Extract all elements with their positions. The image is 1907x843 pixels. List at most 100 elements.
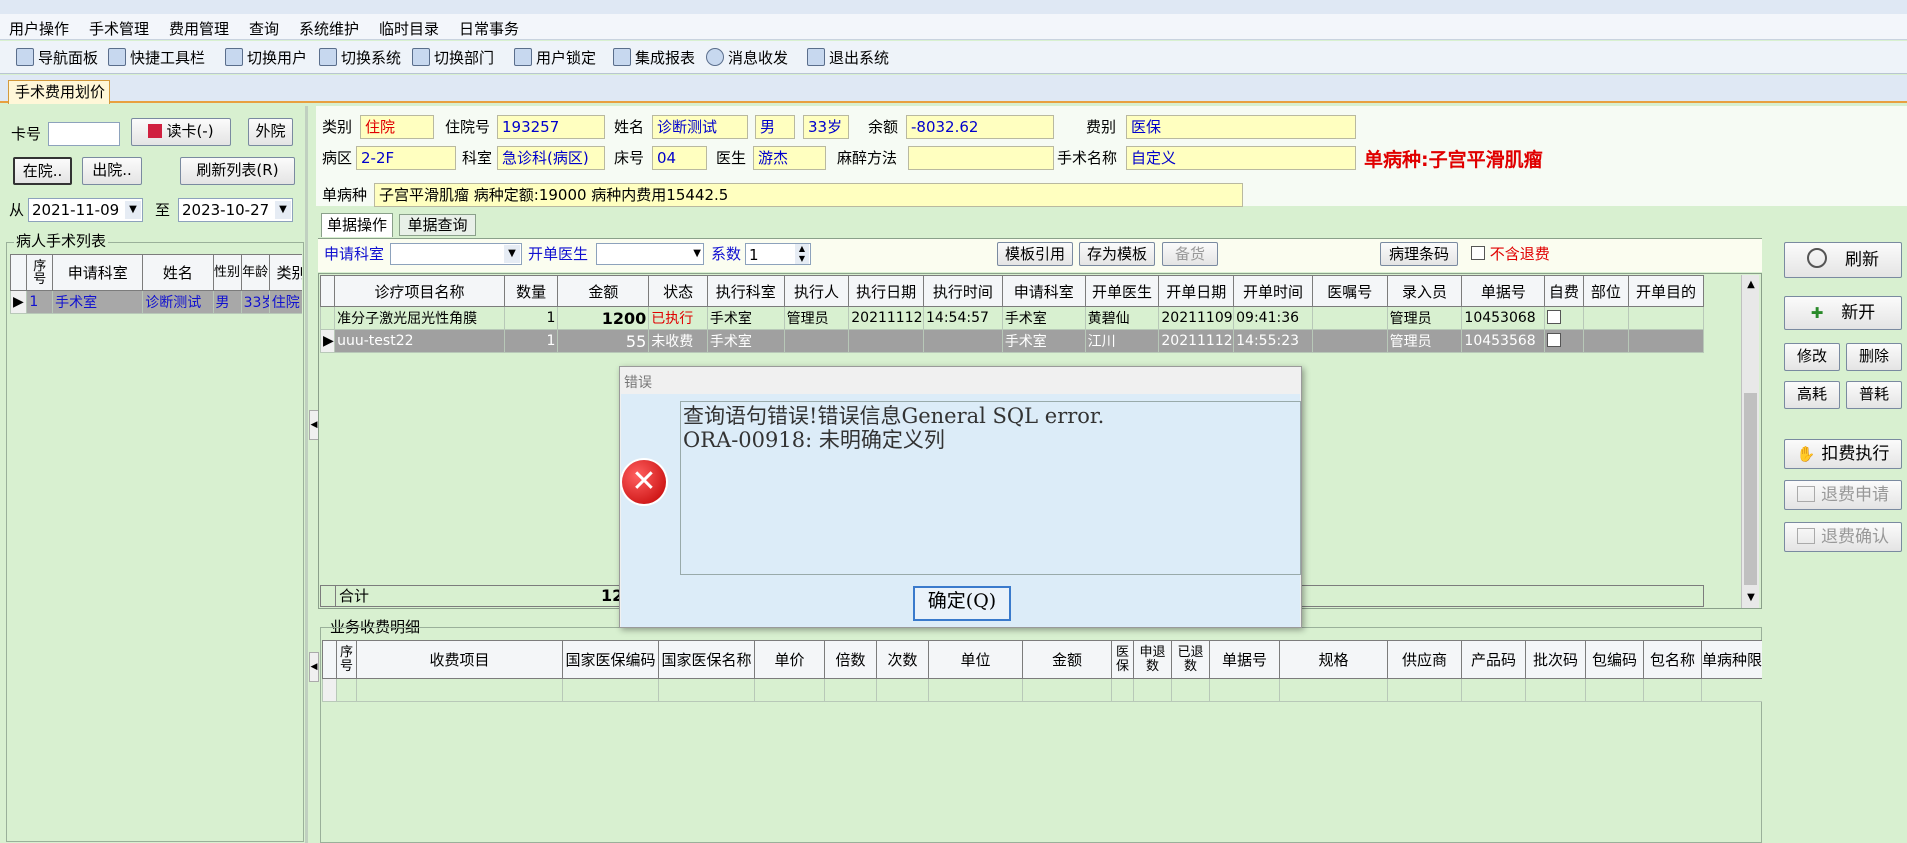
name-field[interactable]: 诊断测试 (652, 115, 748, 139)
admission-field[interactable]: 193257 (497, 115, 605, 139)
col-header[interactable]: 包编码 (1585, 640, 1644, 679)
scroll-down-icon[interactable]: ▼ (1742, 588, 1760, 608)
factor-stepper[interactable]: 1 ▲ ▼ (745, 243, 811, 265)
ok-button[interactable]: 确定(Q) (913, 586, 1011, 621)
nav-panel-button[interactable]: 导航面板 (16, 47, 98, 69)
tab-surgery-fee-pricing[interactable]: 手术费用划价 (8, 80, 110, 104)
col-header[interactable]: 执行日期 (848, 275, 925, 307)
sex-field[interactable]: 男 (755, 115, 795, 139)
surgery-name-field[interactable]: 自定义 (1126, 146, 1356, 170)
col-header[interactable]: 规格 (1279, 640, 1388, 679)
col-header[interactable]: 国家医保编码 (562, 640, 659, 679)
col-header[interactable]: 性别 (212, 254, 242, 291)
doctor-field[interactable]: 游杰 (753, 146, 826, 170)
normal-cost-button[interactable]: 普耗 (1846, 381, 1902, 409)
col-header[interactable]: 序号 (26, 254, 54, 291)
pathology-barcode-button[interactable]: 病理条码 (1380, 242, 1458, 266)
age-field[interactable]: 33岁 (803, 115, 849, 139)
template-ref-button[interactable]: 模板引用 (997, 242, 1073, 266)
chevron-down-icon[interactable]: ▼ (275, 201, 291, 219)
user-lock-button[interactable]: 用户锁定 (514, 47, 596, 69)
chevron-down-icon[interactable]: ▼ (504, 245, 520, 263)
refund-apply-button[interactable]: 退费申请 (1784, 480, 1902, 510)
no-refund-checkbox[interactable]: 不含退费 (1471, 242, 1550, 266)
self-pay-checkbox[interactable] (1544, 329, 1584, 353)
bed-field[interactable]: 04 (652, 146, 707, 170)
col-header[interactable]: 金额 (557, 275, 650, 307)
anesthesia-field[interactable] (908, 146, 1054, 170)
col-header[interactable]: 序号 (336, 640, 357, 679)
read-card-button[interactable]: 读卡(-) (131, 118, 231, 146)
menu-user-ops[interactable]: 用户操作 (9, 18, 69, 39)
col-header[interactable]: 单病种限 (1701, 640, 1762, 679)
menu-daily[interactable]: 日常事务 (459, 18, 519, 39)
col-header[interactable]: 诊疗项目名称 (334, 275, 505, 307)
col-header[interactable]: 申退数 (1133, 640, 1172, 679)
patient-list-grid[interactable]: 序号 申请科室 姓名 性别 年龄 类别 住院 ▶ 1 手术室 诊断测试 男 33… (10, 254, 302, 319)
apply-dept-select[interactable]: ▼ (390, 243, 522, 265)
col-header[interactable]: 申请科室 (52, 254, 144, 291)
menu-maintenance[interactable]: 系统维护 (299, 18, 359, 39)
switch-system-button[interactable]: 切换系统 (319, 47, 401, 69)
switch-user-button[interactable]: 切换用户 (225, 47, 307, 69)
error-message-box[interactable]: 查询语句错误!错误信息General SQL error. ORA-00918:… (680, 401, 1301, 575)
col-header[interactable]: 产品码 (1461, 640, 1526, 679)
col-header[interactable]: 开单时间 (1233, 275, 1313, 307)
col-header[interactable]: 开单目的 (1628, 275, 1704, 307)
col-header[interactable]: 医嘱号 (1311, 275, 1388, 307)
chevron-down-icon[interactable]: ▼ (693, 245, 701, 263)
col-header[interactable]: 收费项目 (356, 640, 563, 679)
col-header[interactable]: 批次码 (1525, 640, 1586, 679)
menu-temp-catalog[interactable]: 临时目录 (379, 18, 439, 39)
table-row[interactable] (322, 678, 1762, 702)
col-header[interactable]: 申请科室 (1001, 275, 1086, 307)
detail-grid[interactable]: 序号 收费项目 国家医保编码 国家医保名称 单价 倍数 次数 单位 金额 医保 … (322, 640, 1762, 702)
doctor-select[interactable]: ▼ (596, 243, 704, 265)
col-header[interactable]: 部位 (1582, 275, 1630, 307)
table-row[interactable]: ▶ 1 手术室 诊断测试 男 33岁 住院 19 (10, 290, 302, 314)
col-header[interactable]: 执行科室 (706, 275, 785, 307)
dept-field[interactable]: 急诊科(病区) (497, 146, 605, 170)
col-header[interactable]: 包名称 (1643, 640, 1702, 679)
menu-surgery[interactable]: 手术管理 (89, 18, 149, 39)
quick-toolbar-button[interactable]: 快捷工具栏 (108, 47, 205, 69)
col-header[interactable]: 已退数 (1171, 640, 1210, 679)
in-hospital-button[interactable]: 在院.. (13, 157, 72, 185)
menu-query[interactable]: 查询 (249, 18, 279, 39)
outpatient-button[interactable]: 外院 (248, 118, 293, 146)
col-header[interactable]: 单价 (754, 640, 825, 679)
refresh-button[interactable]: 刷新 (1784, 242, 1902, 278)
self-pay-checkbox[interactable] (1544, 306, 1584, 330)
col-header[interactable]: 姓名 (142, 254, 214, 291)
col-header[interactable]: 单据号 (1461, 275, 1546, 307)
col-header[interactable]: 执行时间 (923, 275, 1003, 307)
ward-field[interactable]: 2-2F (356, 146, 456, 170)
report-button[interactable]: 集成报表 (613, 47, 695, 69)
from-date-picker[interactable]: 2021-11-09 ▼ (28, 198, 143, 222)
menu-fees[interactable]: 费用管理 (169, 18, 229, 39)
modify-button[interactable]: 修改 (1784, 343, 1840, 371)
switch-dept-button[interactable]: 切换部门 (412, 47, 494, 69)
col-header[interactable]: 供应商 (1387, 640, 1462, 679)
table-row[interactable]: 准分子激光屈光性角膜 1 1200 已执行 手术室 管理员 20211112 1… (320, 306, 1704, 330)
col-header[interactable]: 金额 (1022, 640, 1112, 679)
discharged-button[interactable]: 出院.. (82, 157, 142, 185)
col-header[interactable]: 医保 (1111, 640, 1134, 679)
deduct-execute-button[interactable]: ✋ 扣费执行 (1784, 439, 1902, 469)
new-bill-button[interactable]: ✚ 新开 (1784, 296, 1902, 330)
col-header[interactable]: 录入员 (1386, 275, 1463, 307)
tab-bill-operations[interactable]: 单据操作 (321, 213, 393, 237)
col-header[interactable]: 自费 (1544, 275, 1584, 307)
scrollbar-thumb[interactable] (1744, 393, 1757, 585)
collapse-left-arrow-icon[interactable]: ◀ (309, 652, 319, 682)
category-field[interactable]: 住院 (360, 115, 434, 139)
exit-system-button[interactable]: 退出系统 (807, 47, 889, 69)
col-header[interactable]: 倍数 (824, 640, 877, 679)
single-disease-field[interactable]: 子宫平滑肌瘤 病种定额:19000 病种内费用15442.5 (374, 183, 1243, 207)
col-header[interactable]: 数量 (503, 275, 559, 307)
col-header[interactable]: 次数 (876, 640, 929, 679)
chevron-down-icon[interactable]: ▼ (125, 201, 141, 219)
delete-button[interactable]: 删除 (1846, 343, 1902, 371)
grid-vertical-scrollbar[interactable]: ▲ ▼ (1741, 275, 1759, 608)
refund-confirm-button[interactable]: 退费确认 (1784, 522, 1902, 552)
